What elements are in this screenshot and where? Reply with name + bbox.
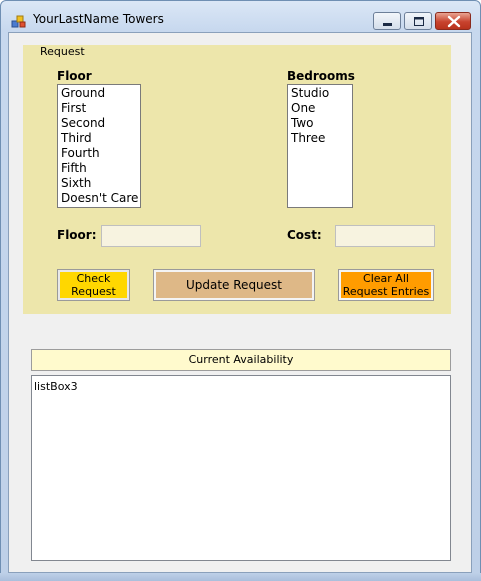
bedrooms-list-item[interactable]: Three <box>291 131 349 146</box>
floor-list-item[interactable]: Ground <box>61 86 137 101</box>
cost-field-label: Cost: <box>287 228 322 242</box>
floor-list-item[interactable]: Doesn't Care <box>61 191 138 206</box>
close-button[interactable] <box>435 12 471 30</box>
bedrooms-list-item[interactable]: Two <box>291 116 349 131</box>
current-availability-header: Current Availability <box>31 349 451 371</box>
floor-list-item[interactable]: Third <box>61 131 137 146</box>
minimize-button[interactable] <box>373 12 401 30</box>
clear-all-request-entries-button[interactable]: Clear All Request Entries <box>338 269 434 301</box>
window-bottom-edge <box>0 573 481 581</box>
window-title: YourLastName Towers <box>33 12 164 26</box>
bedrooms-listbox[interactable]: Studio One Two Three <box>287 84 353 208</box>
check-request-button[interactable]: Check Request <box>57 269 130 301</box>
floor-listbox[interactable]: Ground First Second Third Fourth Fifth Sixth Do… <box>57 84 141 208</box>
floor-list-item[interactable]: Sixth <box>61 176 137 191</box>
minimize-icon <box>383 23 392 26</box>
bedrooms-list-item[interactable]: Studio <box>291 86 349 101</box>
close-icon <box>447 15 461 28</box>
availability-listbox[interactable]: listBox3 <box>31 375 451 561</box>
bedrooms-list-item[interactable]: One <box>291 101 349 116</box>
update-request-button[interactable]: Update Request <box>153 269 315 301</box>
request-group-legend: Request <box>40 45 85 58</box>
maximize-icon <box>414 17 424 26</box>
title-bar[interactable]: YourLastName Towers <box>1 1 480 33</box>
floor-list-item[interactable]: First <box>61 101 137 116</box>
app-icon <box>11 13 27 29</box>
floor-field-label: Floor: <box>57 228 97 242</box>
floor-list-item[interactable]: Fifth <box>61 161 137 176</box>
floor-list-item[interactable]: Second <box>61 116 137 131</box>
maximize-button[interactable] <box>404 12 432 30</box>
floor-field[interactable] <box>101 225 201 247</box>
availability-list-placeholder: listBox3 <box>34 380 78 393</box>
floor-list-item[interactable]: Fourth <box>61 146 137 161</box>
cost-field[interactable] <box>335 225 435 247</box>
bedrooms-list-label: Bedrooms <box>287 69 355 83</box>
floor-list-label: Floor <box>57 69 92 83</box>
